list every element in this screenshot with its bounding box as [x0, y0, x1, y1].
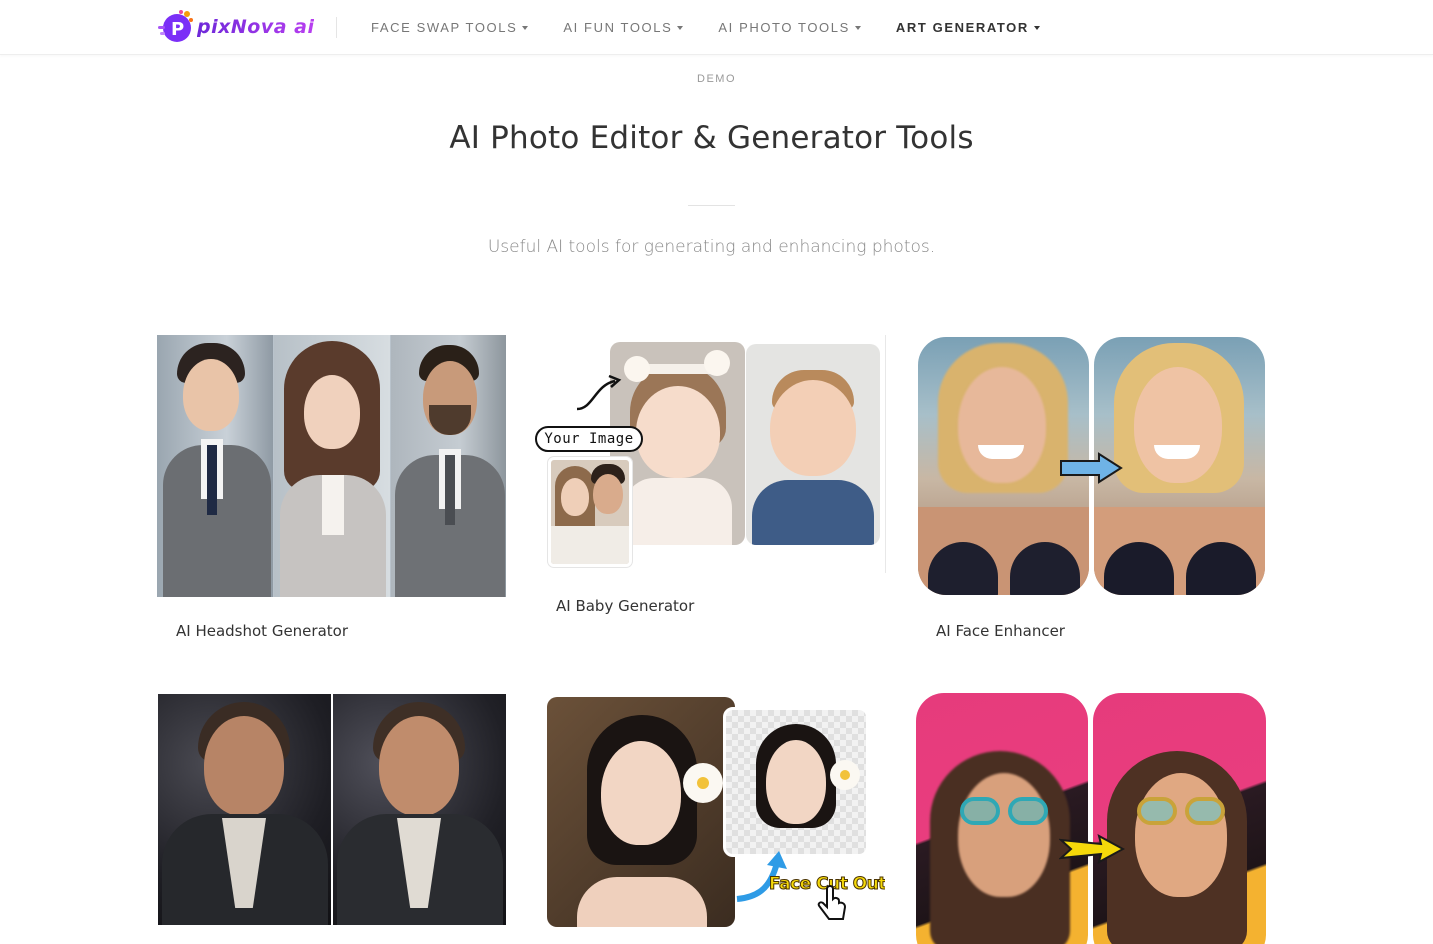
nav-item-label: ART GENERATOR: [895, 20, 1029, 35]
arrow-right-icon: [1059, 834, 1125, 864]
your-image-bubble: Your Image: [535, 426, 643, 452]
hand-pointer-icon[interactable]: [815, 885, 849, 925]
card-title[interactable]: AI Baby Generator: [556, 597, 694, 615]
tool-card-glasses[interactable]: [915, 693, 1266, 944]
page-title: AI Photo Editor & Generator Tools: [449, 120, 974, 156]
headshot-image[interactable]: [157, 335, 506, 597]
page-subtitle: Useful AI tools for generating and enhan…: [487, 237, 936, 257]
photo-enhancer-image[interactable]: [158, 694, 506, 925]
nav-item-label: AI PHOTO TOOLS: [718, 20, 850, 35]
your-image-label: Your Image: [544, 431, 634, 447]
tool-card-baby[interactable]: Your Image AI Baby Generator: [535, 335, 886, 635]
chevron-down-icon: [522, 25, 529, 30]
tool-card-photo-enhancer[interactable]: [157, 693, 506, 944]
tool-card-face-enhancer[interactable]: AI Face Enhancer: [917, 335, 1266, 655]
title-divider: [688, 205, 735, 206]
logo-icon: P: [157, 8, 195, 46]
main-nav: FACE SWAP TOOLS AI FUN TOOLS AI PHOTO TO…: [371, 0, 1075, 55]
nav-divider: [336, 17, 337, 38]
top-navbar: P pixNova ai FACE SWAP TOOLS AI FUN TOOL…: [0, 0, 1433, 55]
svg-text:P: P: [171, 19, 184, 40]
nav-item-label: AI FUN TOOLS: [563, 20, 673, 35]
chevron-down-icon: [677, 25, 684, 30]
card-title[interactable]: AI Face Enhancer: [936, 622, 1065, 640]
card-title[interactable]: AI Headshot Generator: [176, 622, 348, 640]
curved-arrow-icon: [576, 374, 622, 411]
tool-card-headshot[interactable]: AI Headshot Generator: [157, 335, 506, 655]
logo-wordmark: pixNova ai: [197, 16, 315, 38]
section-eyebrow: DEMO: [697, 73, 736, 85]
chevron-down-icon: [1033, 25, 1040, 30]
chevron-down-icon: [854, 25, 861, 30]
brand-logo[interactable]: P pixNova ai: [157, 6, 314, 48]
arrow-right-icon: [1060, 452, 1123, 484]
nav-face-swap-tools[interactable]: FACE SWAP TOOLS: [371, 20, 529, 35]
nav-art-generator[interactable]: ART GENERATOR: [896, 20, 1040, 35]
nav-ai-photo-tools[interactable]: AI PHOTO TOOLS: [718, 20, 861, 35]
glasses-image[interactable]: [915, 693, 1266, 944]
baby-image[interactable]: Your Image: [535, 335, 886, 573]
face-enhancer-image[interactable]: [917, 335, 1266, 597]
nav-item-label: FACE SWAP TOOLS: [371, 20, 518, 35]
tool-card-face-cutout[interactable]: Face Cut Out: [547, 697, 885, 944]
nav-ai-fun-tools[interactable]: AI FUN TOOLS: [563, 20, 684, 35]
face-cutout-image[interactable]: Face Cut Out: [547, 697, 885, 927]
